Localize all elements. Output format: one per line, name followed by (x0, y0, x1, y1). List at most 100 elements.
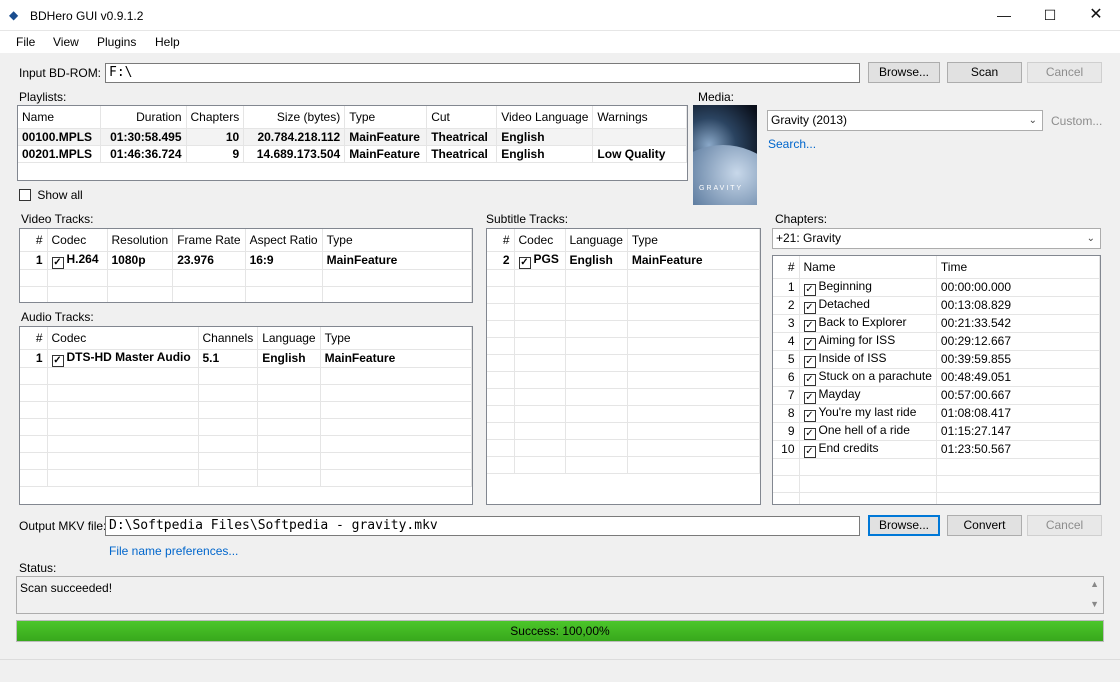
show-all-checkbox[interactable]: Show all (19, 188, 83, 202)
col-duration[interactable]: Duration (100, 106, 187, 129)
col-type[interactable]: Type (320, 327, 472, 350)
maximize-button[interactable]: ☐ (1027, 0, 1073, 30)
col-resolution[interactable]: Resolution (107, 229, 174, 252)
menu-plugins[interactable]: Plugins (97, 35, 136, 49)
col-frame-rate[interactable]: Frame Rate (172, 229, 246, 252)
col-type[interactable]: Type (322, 229, 472, 252)
audio-tracks-grid[interactable]: # Codec Channels Language Type 1 ✓ DTS-HD… (19, 326, 473, 505)
empty-row (773, 458, 1100, 476)
cell: ✓ PGS (514, 251, 566, 270)
col-name[interactable]: Name (799, 256, 937, 279)
empty-row (20, 286, 472, 302)
scan-button[interactable]: Scan (947, 62, 1022, 83)
col-codec[interactable]: Codec (47, 327, 199, 350)
check-icon[interactable]: ✓ (803, 301, 816, 314)
file-name-preferences-link[interactable]: File name preferences... (109, 544, 238, 558)
input-cancel-button[interactable]: Cancel (1027, 62, 1102, 83)
cell: ✓ Back to Explorer (799, 314, 937, 333)
check-icon[interactable]: ✓ (803, 337, 816, 350)
col-name[interactable]: Name (18, 106, 101, 129)
cell: 01:08:08.417 (936, 404, 1100, 423)
chapter-row[interactable]: 6 ✓ Stuck on a parachute 00:48:49.051 (773, 368, 1100, 387)
input-browse-button[interactable]: Browse... (868, 62, 940, 83)
output-cancel-button[interactable]: Cancel (1027, 515, 1102, 536)
output-mkv-field[interactable]: D:\Softpedia Files\Softpedia - gravity.m… (105, 516, 860, 536)
menu-file[interactable]: File (16, 35, 35, 49)
close-button[interactable]: ✕ (1073, 0, 1119, 30)
check-icon[interactable]: ✓ (803, 355, 816, 368)
output-label: Output MKV file: (19, 519, 107, 533)
media-select[interactable]: Gravity (2013) ⌄ (767, 110, 1043, 131)
check-icon[interactable]: ✓ (803, 373, 816, 386)
check-icon[interactable]: ✓ (51, 354, 64, 367)
col-time[interactable]: Time (936, 256, 1100, 279)
chapter-row[interactable]: 1 ✓ Beginning 00:00:00.000 (773, 278, 1100, 297)
chapter-row[interactable]: 9 ✓ One hell of a ride 01:15:27.147 (773, 422, 1100, 441)
check-icon[interactable]: ✓ (518, 256, 531, 269)
col-cut[interactable]: Cut (426, 106, 498, 129)
col-language[interactable]: Language (257, 327, 321, 350)
check-icon[interactable]: ✓ (803, 427, 816, 440)
input-bd-rom-field[interactable]: F:\ (105, 63, 860, 83)
chapters-grid[interactable]: # Name Time 1 ✓ Beginning 00:00:00.000 2 ✓ Det… (772, 255, 1101, 505)
col-aspect-ratio[interactable]: Aspect Ratio (245, 229, 323, 252)
empty-row (487, 354, 760, 372)
empty-row (487, 337, 760, 355)
output-browse-button[interactable]: Browse... (868, 515, 940, 536)
video-track-row[interactable]: 1 ✓ H.264 1080p 23.976 16:9 MainFeature (20, 251, 472, 270)
col-codec[interactable]: Codec (514, 229, 566, 252)
chapters-select[interactable]: +21: Gravity ⌄ (772, 228, 1101, 249)
col-size[interactable]: Size (bytes) (243, 106, 346, 129)
check-icon[interactable]: ✓ (803, 319, 816, 332)
empty-row (20, 435, 472, 453)
audio-track-row[interactable]: 1 ✓ DTS-HD Master Audio 5.1 English MainF… (20, 349, 472, 368)
col-num[interactable]: # (20, 327, 48, 350)
custom-link[interactable]: Custom... (1051, 114, 1102, 128)
video-tracks-grid[interactable]: # Codec Resolution Frame Rate Aspect Rat… (19, 228, 473, 303)
menu-view[interactable]: View (53, 35, 79, 49)
col-channels[interactable]: Channels (198, 327, 259, 350)
subtitle-tracks-grid[interactable]: # Codec Language Type 2 ✓ PGS English Mai… (486, 228, 761, 505)
chapter-row[interactable]: 3 ✓ Back to Explorer 00:21:33.542 (773, 314, 1100, 333)
minimize-button[interactable]: — (981, 0, 1027, 30)
checkbox-box[interactable] (19, 189, 31, 201)
cell: 5.1 (198, 349, 259, 368)
empty-row (487, 303, 760, 321)
search-link[interactable]: Search... (768, 137, 816, 151)
chapter-row[interactable]: 10 ✓ End credits 01:23:50.567 (773, 440, 1100, 459)
cell-text: Detached (818, 296, 870, 311)
col-num[interactable]: # (20, 229, 48, 252)
check-icon[interactable]: ✓ (803, 445, 816, 458)
playlist-row[interactable]: 00100.MPLS 01:30:58.495 10 20.784.218.11… (18, 128, 687, 146)
col-type[interactable]: Type (344, 106, 428, 129)
media-label: Media: (698, 90, 735, 104)
check-icon[interactable]: ✓ (803, 409, 816, 422)
cell: 14.689.173.504 (243, 145, 346, 163)
scroll-up-icon[interactable]: ▲ (1090, 579, 1099, 589)
scroll-down-icon[interactable]: ▼ (1090, 599, 1099, 609)
convert-button[interactable]: Convert (947, 515, 1022, 536)
col-warnings[interactable]: Warnings (592, 106, 687, 129)
cell: ✓ You're my last ride (799, 404, 937, 423)
cell: 9 (773, 422, 800, 441)
chapter-row[interactable]: 4 ✓ Aiming for ISS 00:29:12.667 (773, 332, 1100, 351)
col-num[interactable]: # (487, 229, 515, 252)
menu-help[interactable]: Help (155, 35, 180, 49)
chapter-row[interactable]: 2 ✓ Detached 00:13:08.829 (773, 296, 1100, 315)
col-language[interactable]: Language (565, 229, 628, 252)
check-icon[interactable]: ✓ (803, 283, 816, 296)
empty-row (773, 475, 1100, 493)
chapter-row[interactable]: 8 ✓ You're my last ride 01:08:08.417 (773, 404, 1100, 423)
chapter-row[interactable]: 5 ✓ Inside of ISS 00:39:59.855 (773, 350, 1100, 369)
col-type[interactable]: Type (627, 229, 760, 252)
chapter-row[interactable]: 7 ✓ Mayday 00:57:00.667 (773, 386, 1100, 405)
playlist-row[interactable]: 00201.MPLS 01:46:36.724 9 14.689.173.504… (18, 145, 687, 163)
col-video-language[interactable]: Video Language (496, 106, 594, 129)
col-num[interactable]: # (773, 256, 800, 279)
col-codec[interactable]: Codec (47, 229, 108, 252)
subtitle-track-row[interactable]: 2 ✓ PGS English MainFeature (487, 251, 760, 270)
check-icon[interactable]: ✓ (803, 391, 816, 404)
check-icon[interactable]: ✓ (51, 256, 64, 269)
col-chapters[interactable]: Chapters (186, 106, 245, 129)
playlists-grid[interactable]: Name Duration Chapters Size (bytes) Type… (17, 105, 688, 181)
